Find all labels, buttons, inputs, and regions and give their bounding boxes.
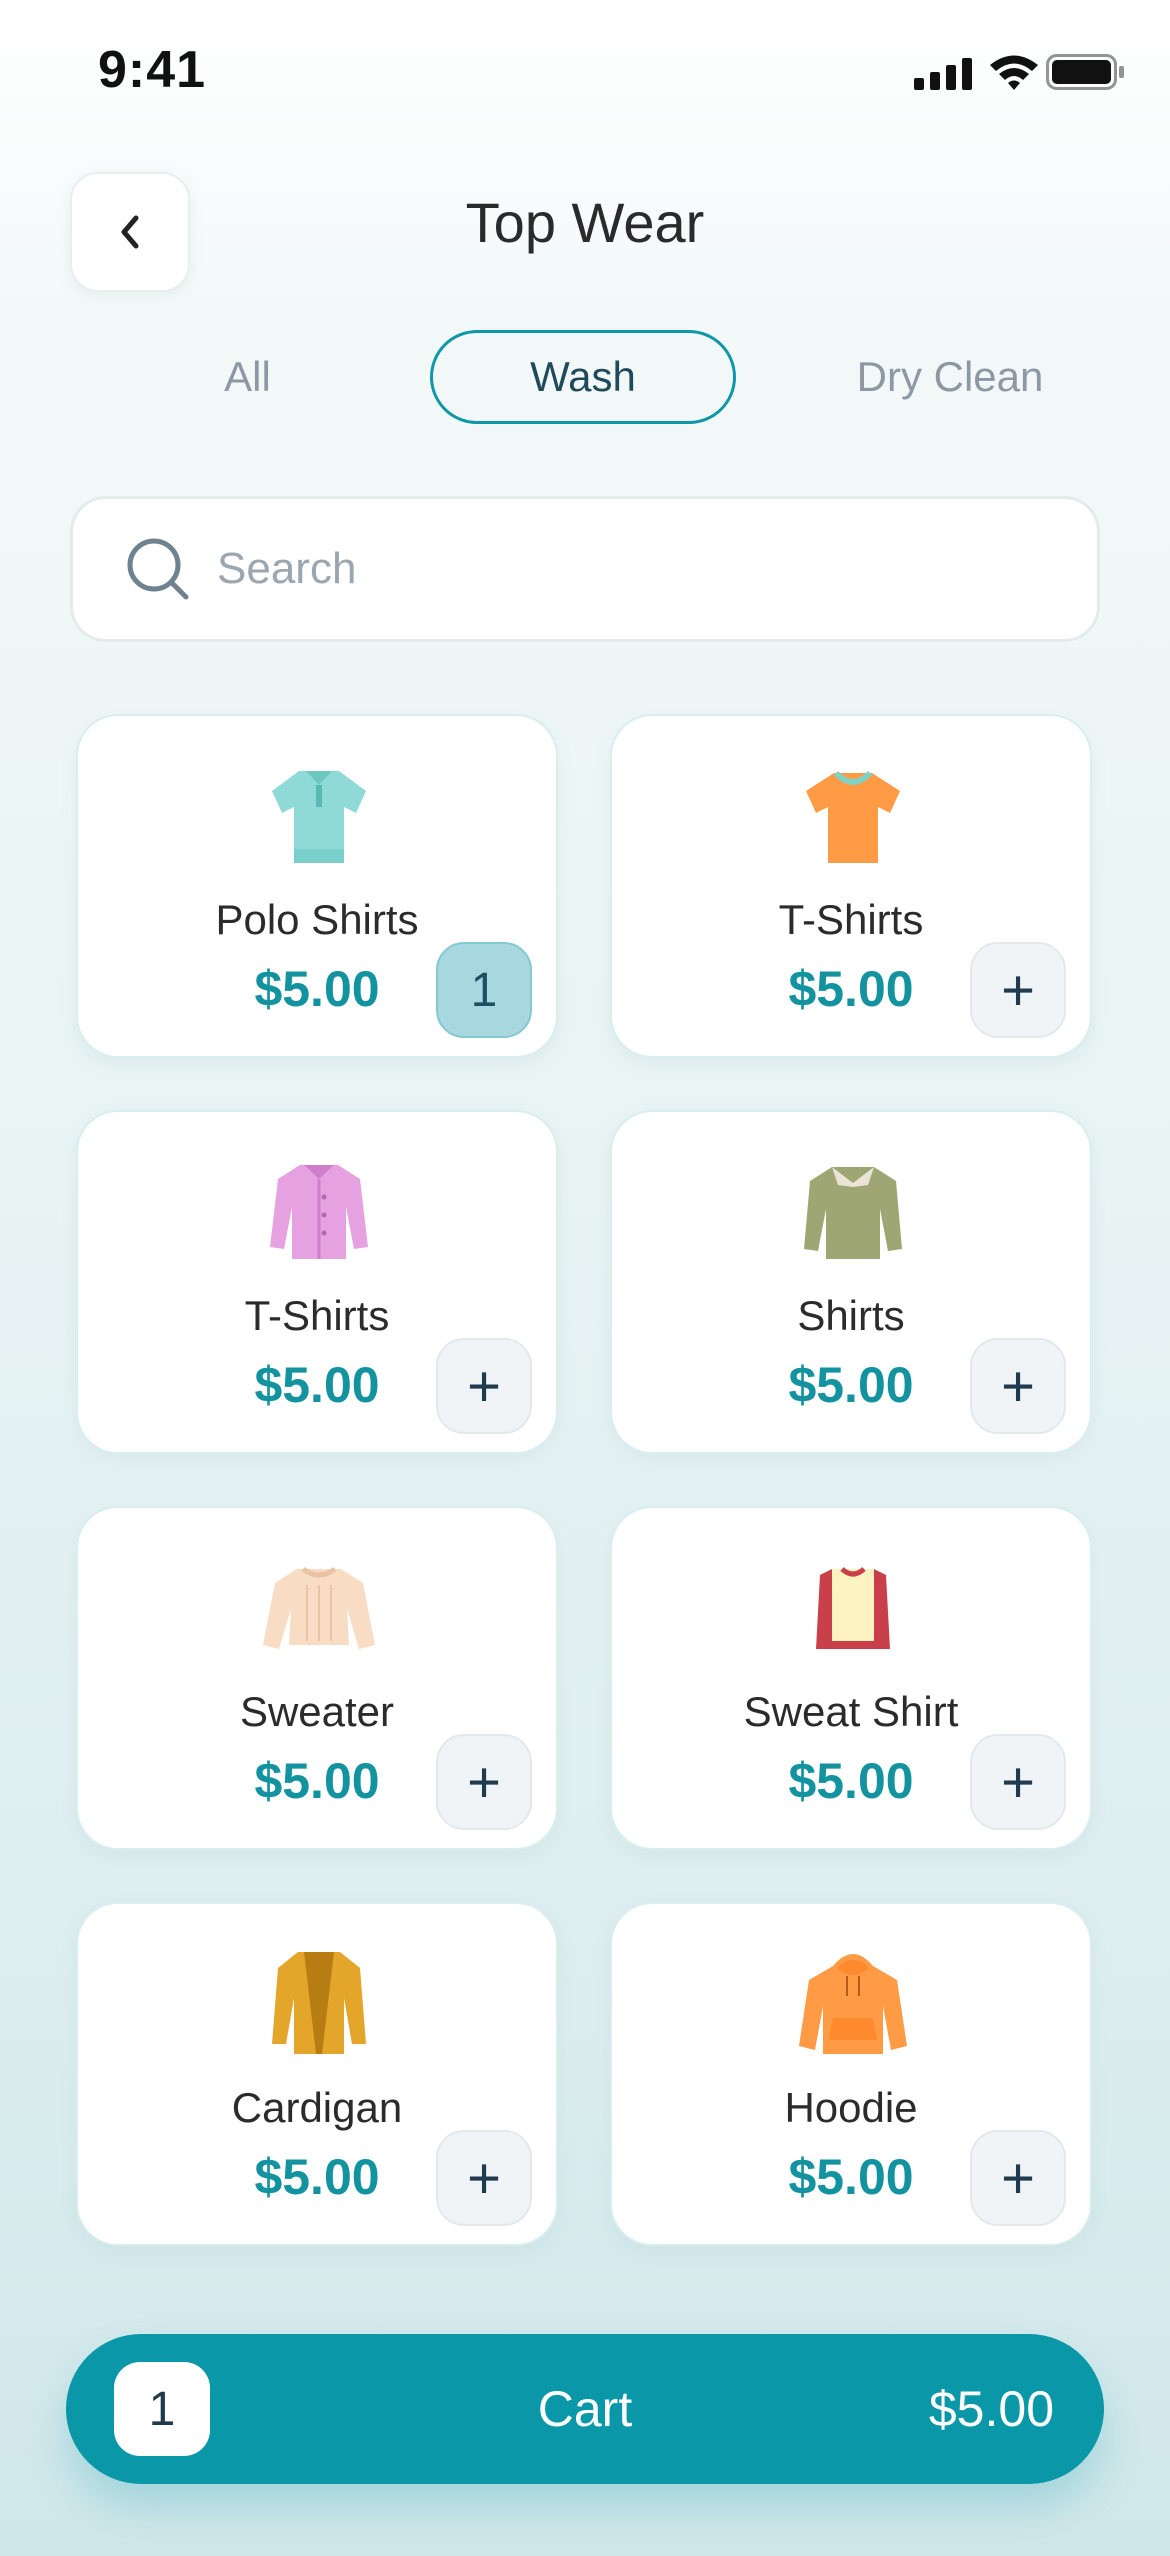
t-shirt-icon <box>783 756 923 876</box>
search-icon <box>127 538 189 600</box>
item-card-t-shirts-pink[interactable]: T-Shirts $5.00 + <box>76 1110 558 1454</box>
item-card-t-shirts[interactable]: T-Shirts $5.00 + <box>610 714 1092 1058</box>
status-time: 9:41 <box>98 41 207 99</box>
item-name: Shirts <box>797 1292 905 1339</box>
item-name: T-Shirts <box>778 896 924 943</box>
pink-shirt-icon <box>249 1152 389 1272</box>
tab-wash[interactable]: Wash <box>430 330 736 424</box>
collared-shirt-icon <box>783 1152 923 1272</box>
hoodie-icon <box>783 1944 923 2064</box>
search-bar[interactable] <box>70 496 1100 642</box>
add-button[interactable]: + <box>970 2130 1066 2226</box>
add-button[interactable]: + <box>970 1734 1066 1830</box>
cart-total: $5.00 <box>928 2381 1054 2437</box>
search-input[interactable] <box>215 543 999 595</box>
wifi-icon <box>990 55 1038 90</box>
item-card-shirts[interactable]: Shirts $5.00 + <box>610 1110 1092 1454</box>
sweater-icon <box>249 1548 389 1668</box>
quantity-badge[interactable]: 1 <box>436 942 532 1038</box>
cart-button[interactable]: 1 Cart $5.00 <box>66 2334 1104 2484</box>
item-card-hoodie[interactable]: Hoodie $5.00 + <box>610 1902 1092 2246</box>
item-name: Polo Shirts <box>215 896 419 943</box>
item-card-polo-shirts[interactable]: Polo Shirts $5.00 1 <box>76 714 558 1058</box>
item-card-sweater[interactable]: Sweater $5.00 + <box>76 1506 558 1850</box>
item-name: Cardigan <box>231 2084 403 2131</box>
tab-dry-clean[interactable]: Dry Clean <box>820 330 1080 424</box>
add-button[interactable]: + <box>436 2130 532 2226</box>
add-button[interactable]: + <box>970 942 1066 1038</box>
add-button[interactable]: + <box>436 1338 532 1434</box>
polo-shirt-icon <box>249 756 389 876</box>
page-title: Top Wear <box>465 191 705 254</box>
item-card-cardigan[interactable]: Cardigan $5.00 + <box>76 1902 558 2246</box>
sweat-shirt-icon <box>783 1548 923 1668</box>
add-button[interactable]: + <box>436 1734 532 1830</box>
tab-all[interactable]: All <box>170 330 325 424</box>
item-card-sweat-shirt[interactable]: Sweat Shirt $5.00 + <box>610 1506 1092 1850</box>
item-name: Sweat Shirt <box>743 1688 959 1735</box>
battery-icon <box>1046 54 1124 90</box>
item-name: Hoodie <box>784 2084 918 2131</box>
item-name: T-Shirts <box>244 1292 390 1339</box>
cardigan-icon <box>249 1944 389 2064</box>
add-button[interactable]: + <box>970 1338 1066 1434</box>
status-bar: 9:41 <box>0 0 1170 140</box>
item-name: Sweater <box>239 1688 395 1735</box>
cellular-signal-icon <box>914 58 972 90</box>
